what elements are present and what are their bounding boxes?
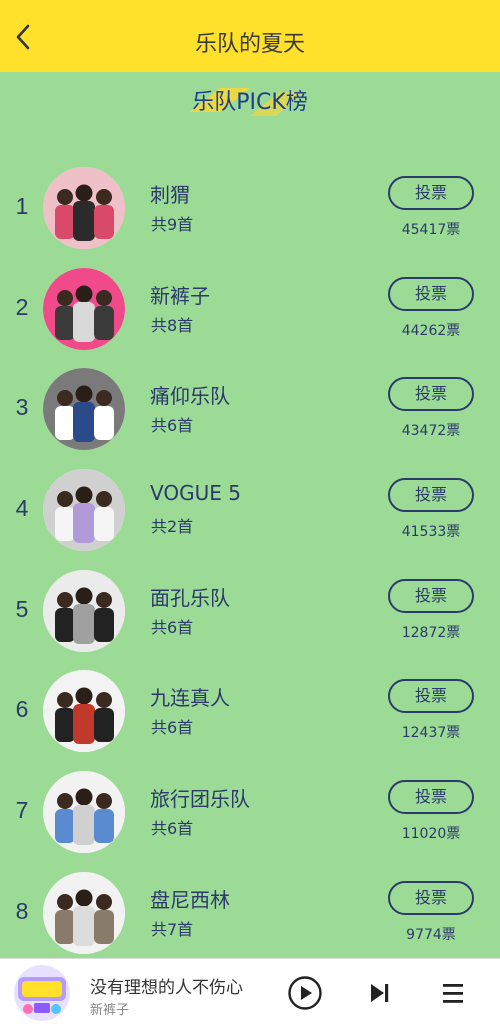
rank-number: 2 (15, 293, 29, 320)
ranking-banner: 乐队PICK榜 (0, 82, 500, 122)
band-name: VOGUE 5 (150, 481, 241, 506)
rank-number: 3 (15, 394, 29, 421)
vote-button[interactable]: 投票 (388, 880, 474, 915)
band-avatar[interactable] (43, 267, 125, 350)
rank-number: 1 (15, 193, 29, 219)
band-ranking-list: 1 刺猬 共9首 投票 45417票 2 新裤子 共8首 投票 44262票 3… (0, 155, 500, 961)
vote-button[interactable]: 投票 (388, 679, 474, 714)
vote-button[interactable]: 投票 (388, 377, 474, 412)
song-count: 共7首 (151, 919, 194, 939)
band-name: 刺猬 (150, 183, 190, 207)
band-avatar[interactable] (43, 569, 125, 652)
rank-number: 8 (15, 897, 29, 924)
song-count: 共9首 (151, 215, 194, 234)
song-count: 共6首 (151, 617, 194, 637)
band-name: 面孔乐队 (150, 585, 230, 610)
vote-button[interactable]: 投票 (388, 780, 474, 815)
band-row[interactable]: 2 新裤子 共8首 投票 44262票 (0, 256, 500, 357)
band-avatar[interactable] (43, 670, 125, 753)
banner-title: 乐队PICK榜 (192, 90, 308, 115)
vote-count: 44262票 (401, 322, 461, 339)
band-row[interactable]: 6 九连真人 共6首 投票 12437票 (0, 658, 500, 759)
band-row[interactable]: 4 VOGUE 5 共2首 投票 41533票 (0, 457, 500, 558)
band-row[interactable]: 5 面孔乐队 共6首 投票 12872票 (0, 558, 500, 659)
song-count: 共2首 (151, 517, 194, 537)
song-count: 共6首 (151, 819, 194, 839)
vote-button[interactable]: 投票 (388, 578, 474, 613)
band-avatar[interactable] (43, 469, 125, 552)
band-row[interactable]: 1 刺猬 共9首 投票 45417票 (0, 155, 500, 256)
vote-count: 11020票 (401, 826, 461, 843)
band-name: 痛仰乐队 (150, 384, 230, 409)
vote-button[interactable]: 投票 (388, 276, 474, 311)
band-name: 新裤子 (150, 283, 210, 308)
vote-count: 9774票 (406, 926, 456, 943)
rank-number: 5 (15, 595, 29, 622)
band-name: 九连真人 (150, 686, 230, 711)
page-title: 乐队的夏天 (194, 32, 305, 57)
vote-button[interactable]: 投票 (388, 478, 474, 513)
rank-number: 4 (15, 495, 29, 522)
band-row[interactable]: 7 旅行团乐队 共6首 投票 11020票 (0, 759, 500, 860)
album-cover[interactable] (14, 965, 70, 1021)
band-row[interactable]: 8 盘尼西林 共7首 投票 9774票 (0, 860, 500, 961)
band-avatar[interactable] (43, 167, 125, 249)
vote-count: 43472票 (401, 423, 461, 440)
now-playing-artist: 新裤子 (90, 1003, 130, 1018)
band-name: 旅行团乐队 (150, 787, 250, 812)
vote-button[interactable]: 投票 (388, 176, 474, 210)
rank-number: 7 (15, 797, 29, 824)
play-icon[interactable] (287, 975, 323, 1011)
mini-player[interactable]: 没有理想的人不伤心 新裤子 (0, 958, 500, 1024)
playlist-menu-icon[interactable] (436, 975, 472, 1011)
vote-count: 12437票 (401, 725, 461, 742)
vote-count: 41533票 (401, 524, 461, 541)
song-count: 共6首 (151, 416, 194, 436)
rank-number: 6 (15, 696, 29, 723)
band-avatar[interactable] (43, 368, 125, 451)
band-row[interactable]: 3 痛仰乐队 共6首 投票 43472票 (0, 356, 500, 457)
vote-count: 45417票 (401, 222, 461, 238)
next-track-icon[interactable] (362, 975, 398, 1011)
song-count: 共8首 (151, 315, 194, 335)
band-avatar[interactable] (43, 871, 125, 954)
top-bar: 乐队的夏天 (0, 0, 500, 72)
band-avatar[interactable] (43, 771, 125, 854)
band-name: 盘尼西林 (150, 887, 230, 912)
song-count: 共6首 (151, 718, 194, 738)
now-playing-title: 没有理想的人不伤心 (90, 978, 243, 998)
vote-count: 12872票 (401, 624, 461, 641)
